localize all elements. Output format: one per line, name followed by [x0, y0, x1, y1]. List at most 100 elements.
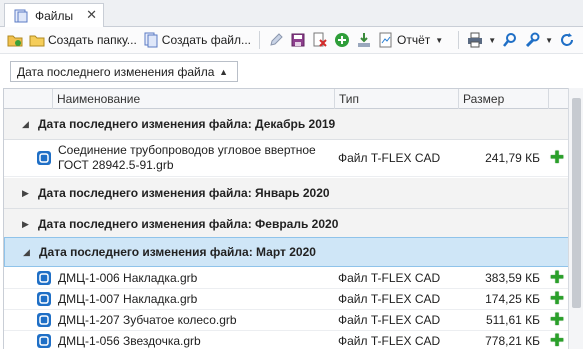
file-type-cell: Файл T-FLEX CAD — [338, 271, 441, 285]
file-name-cell: ДМЦ-1-007 Накладка.grb — [36, 289, 336, 309]
file-size-cell: 511,61 КБ — [485, 313, 540, 327]
report-chevron-down-icon: ▼ — [435, 35, 444, 45]
file-size-cell: 174,25 КБ — [485, 292, 540, 306]
file-type-cell: Файл T-FLEX CAD — [338, 334, 441, 348]
new-file-icon — [143, 32, 159, 48]
tab-files[interactable]: Файлы ✕ — [4, 3, 104, 27]
new-file-label: Создать файл... — [161, 33, 251, 47]
table-row[interactable]: Соединение трубопроводов угловое ввертно… — [4, 140, 569, 177]
group-label: Дата последнего изменения файла: Декабрь… — [38, 117, 336, 131]
file-name-cell: ДМЦ-1-207 Зубчатое колесо.grb — [36, 310, 336, 330]
save-icon — [290, 32, 306, 48]
tflex-file-icon — [36, 312, 52, 328]
settings-menu-button[interactable]: ▼ — [521, 29, 556, 51]
group-label: Дата последнего изменения файла: Февраль… — [38, 217, 339, 231]
file-name: ДМЦ-1-007 Накладка.grb — [58, 292, 198, 306]
download-icon — [356, 32, 372, 48]
table-row[interactable]: ДМЦ-1-056 Звездочка.grb Файл T-FLEX CAD … — [4, 331, 569, 349]
pencil-icon — [268, 32, 284, 48]
group-label: Дата последнего изменения файла: Март 20… — [39, 245, 316, 259]
file-name-line2: ГОСТ 28942.5-91.grb — [58, 158, 174, 172]
settings-chevron-down-icon: ▼ — [545, 35, 554, 45]
print-menu-button[interactable]: ▼ — [464, 29, 499, 51]
folder-icon — [29, 32, 45, 48]
file-type-cell: Файл T-FLEX CAD — [338, 151, 441, 165]
toolbar-separator — [259, 31, 260, 49]
file-size-cell: 383,59 КБ — [485, 271, 540, 285]
expand-arrow-icon[interactable]: ▶ — [22, 219, 34, 230]
report-icon — [378, 32, 394, 48]
vertical-scrollbar[interactable] — [568, 88, 583, 349]
scrollbar-thumb[interactable] — [572, 98, 581, 308]
add-plus-icon[interactable]: ✚ — [549, 331, 565, 349]
edit-button[interactable] — [265, 29, 287, 51]
tflex-file-icon — [36, 150, 52, 166]
file-size-cell: 778,21 КБ — [485, 334, 540, 348]
delete-button[interactable] — [309, 29, 331, 51]
file-type-cell: Файл T-FLEX CAD — [338, 292, 441, 306]
tflex-file-icon — [36, 333, 52, 349]
expand-arrow-icon[interactable]: ▶ — [22, 188, 34, 199]
group-by-panel: Дата последнего изменения файла ▲ — [0, 53, 583, 89]
column-header-size[interactable]: Размер — [458, 89, 548, 109]
download-button[interactable] — [353, 29, 375, 51]
group-row-selected[interactable]: ◢ Дата последнего изменения файла: Март … — [4, 237, 569, 267]
report-label: Отчёт — [397, 33, 431, 47]
group-row[interactable]: ◢ Дата последнего изменения файла: Декаб… — [4, 109, 569, 140]
wrench-icon — [524, 32, 540, 48]
file-size-cell: 241,79 КБ — [485, 151, 540, 165]
refresh-tree-button[interactable] — [4, 29, 26, 51]
grid-header: Наименование Тип Размер — [4, 88, 569, 109]
add-button[interactable] — [331, 29, 353, 51]
print-chevron-down-icon: ▼ — [488, 35, 497, 45]
add-circle-icon — [334, 32, 350, 48]
column-header-actions — [548, 89, 569, 109]
open-folder-icon — [7, 32, 23, 48]
file-type-cell: Файл T-FLEX CAD — [338, 313, 441, 327]
header-indent-cell — [4, 89, 52, 109]
column-header-type[interactable]: Тип — [334, 89, 458, 109]
tflex-file-icon — [36, 291, 52, 307]
table-row[interactable]: ДМЦ-1-007 Накладка.grb Файл T-FLEX CAD 1… — [4, 289, 569, 310]
new-folder-label: Создать папку... — [48, 33, 137, 47]
add-plus-icon[interactable]: ✚ — [549, 268, 565, 288]
tab-close-icon[interactable]: ✕ — [86, 7, 97, 23]
add-plus-icon[interactable]: ✚ — [549, 140, 565, 176]
tab-title: Файлы — [35, 8, 74, 23]
group-by-label: Дата последнего изменения файла — [17, 64, 215, 79]
new-file-button[interactable]: Создать файл... — [140, 29, 254, 51]
printer-icon — [467, 32, 483, 48]
file-name: ДМЦ-1-006 Накладка.grb — [58, 271, 198, 285]
file-name: ДМЦ-1-056 Звездочка.grb — [58, 334, 201, 348]
file-name-line1: Соединение трубопроводов угловое ввертно… — [58, 143, 316, 157]
group-row[interactable]: ▶ Дата последнего изменения файла: Февра… — [4, 209, 569, 240]
tab-bar: Файлы ✕ — [0, 0, 583, 27]
collapse-arrow-icon[interactable]: ◢ — [23, 247, 35, 258]
file-name-cell: Соединение трубопроводов угловое ввертно… — [36, 140, 336, 176]
group-by-chip[interactable]: Дата последнего изменения файла ▲ — [10, 61, 238, 82]
report-menu-button[interactable]: Отчёт ▼ — [375, 29, 446, 51]
file-name: ДМЦ-1-207 Зубчатое колесо.grb — [58, 313, 237, 327]
column-header-name[interactable]: Наименование — [52, 89, 334, 109]
search-icon — [502, 32, 518, 48]
folder-tree-icon — [13, 8, 29, 24]
file-name-cell: ДМЦ-1-006 Накладка.grb — [36, 268, 336, 288]
sort-ascending-icon[interactable]: ▲ — [219, 67, 228, 77]
add-plus-icon[interactable]: ✚ — [549, 289, 565, 309]
table-row[interactable]: ДМЦ-1-207 Зубчатое колесо.grb Файл T-FLE… — [4, 310, 569, 331]
group-label: Дата последнего изменения файла: Январь … — [38, 186, 330, 200]
new-folder-button[interactable]: Создать папку... — [26, 29, 140, 51]
search-button[interactable] — [499, 29, 521, 51]
files-grid: Наименование Тип Размер ◢ Дата последнег… — [3, 88, 569, 349]
tflex-file-icon — [36, 270, 52, 286]
group-row[interactable]: ▶ Дата последнего изменения файла: Январ… — [4, 178, 569, 209]
delete-file-icon — [312, 32, 328, 48]
save-button[interactable] — [287, 29, 309, 51]
toolbar-separator — [458, 31, 460, 49]
collapse-arrow-icon[interactable]: ◢ — [22, 119, 34, 130]
add-plus-icon[interactable]: ✚ — [549, 310, 565, 330]
refresh-icon — [559, 32, 575, 48]
toolbar: Создать папку... Создать файл... Отчёт ▼… — [0, 27, 583, 53]
table-row[interactable]: ДМЦ-1-006 Накладка.grb Файл T-FLEX CAD 3… — [4, 268, 569, 289]
reload-button[interactable] — [556, 29, 578, 51]
